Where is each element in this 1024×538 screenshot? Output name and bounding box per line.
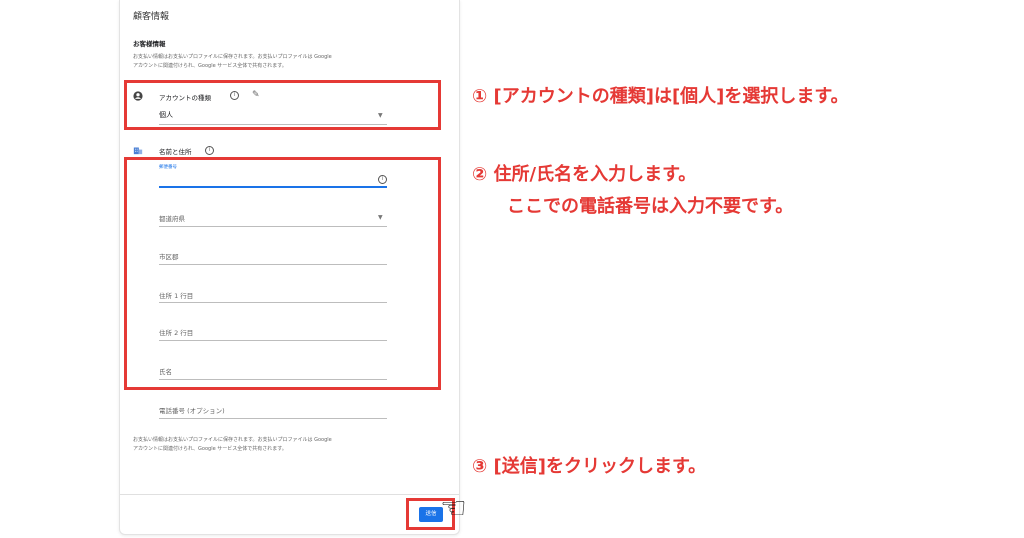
info-text-top: お支払い情報はお支払いプロファイルに保存されます。お支払いプロファイルは Goo… — [133, 53, 403, 71]
info-text-line: お支払い情報はお支払いプロファイルに保存されます。お支払いプロファイルは Goo… — [133, 437, 332, 443]
name-address-label: 名前と住所 — [159, 148, 192, 156]
section-title: お客様情報 — [133, 40, 166, 48]
highlight-address-fields — [124, 157, 441, 390]
pointing-hand-icon: ☜ — [440, 491, 467, 526]
footer-divider — [120, 494, 459, 495]
annotation-step2-line1: ② 住所/氏名を入力します。 — [472, 164, 697, 185]
info-text-line: アカウントに関連付けられ、Google サービス全体で共有されます。 — [133, 446, 287, 452]
highlight-account-type — [124, 80, 441, 130]
info-text-line: アカウントに関連付けられ、Google サービス全体で共有されます。 — [133, 63, 287, 69]
annotation-step3: ③ [送信]をクリックします。 — [472, 456, 707, 477]
business-icon — [133, 147, 143, 155]
annotation-step2-line2: ここでの電話番号は入力不要です。 — [507, 196, 794, 217]
info-text-line: お支払い情報はお支払いプロファイルに保存されます。お支払いプロファイルは Goo… — [133, 54, 332, 60]
panel-title: 顧客情報 — [133, 12, 170, 22]
info-text-bottom: お支払い情報はお支払いプロファイルに保存されます。お支払いプロファイルは Goo… — [133, 436, 403, 454]
info-icon[interactable]: i — [205, 146, 214, 155]
phone-input[interactable]: 電話番号 (オプション) — [159, 405, 225, 415]
annotation-step1: ① [アカウントの種類]は[個人]を選択します。 — [472, 86, 849, 107]
phone-underline — [159, 418, 387, 419]
